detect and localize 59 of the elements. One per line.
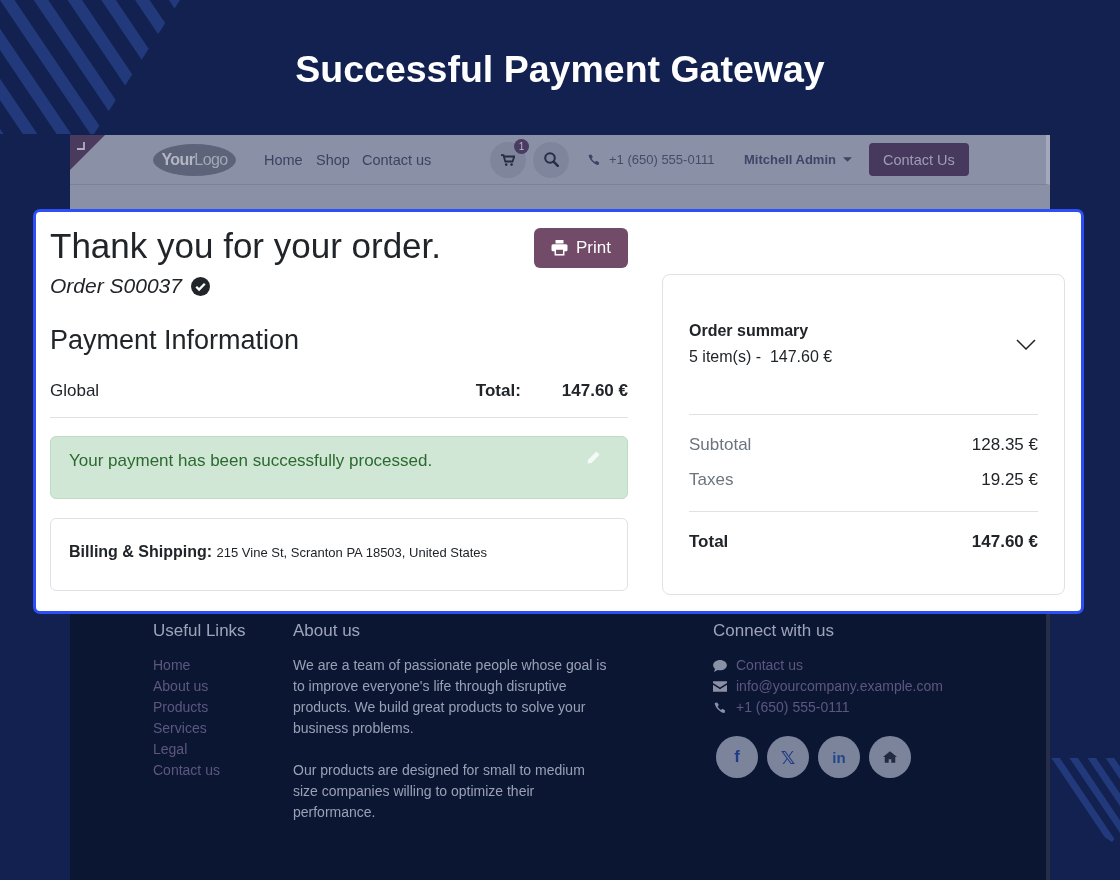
billing-label: Billing & Shipping: bbox=[69, 543, 213, 560]
contact-link[interactable]: info@yourcompany.example.com bbox=[736, 676, 943, 697]
nav-link[interactable]: Contact us bbox=[362, 151, 432, 168]
social-button[interactable]: in bbox=[818, 736, 860, 778]
contact-link[interactable]: Contact us bbox=[736, 655, 803, 676]
total-label: Total: bbox=[475, 381, 521, 401]
caret-icon bbox=[842, 157, 852, 162]
summary-total-label: Total bbox=[689, 531, 729, 553]
page-title: Successful Payment Gateway bbox=[295, 47, 825, 91]
footer-link[interactable]: Services bbox=[153, 718, 207, 739]
footer-heading: Connect with us bbox=[713, 620, 834, 642]
search-button[interactable] bbox=[533, 141, 569, 178]
about-paragraph: We are a team of passionate people whose goal is to improve everyone's life through disruptive products. We build great products to solve your business problems. bbox=[293, 656, 608, 738]
summary-item-count: 5 item(s) - 147.60 € bbox=[689, 347, 833, 367]
social-button[interactable]: f bbox=[716, 736, 758, 778]
cart-button[interactable]: 1 bbox=[490, 141, 526, 178]
printer-icon bbox=[551, 240, 569, 256]
summary-amount: 128.35 € bbox=[971, 434, 1038, 456]
about-paragraph: Our products are designed for small to medium size companies willing to optimize their performance. bbox=[293, 761, 586, 822]
home-icon bbox=[883, 751, 897, 763]
summary-label: Subtotal bbox=[689, 434, 752, 456]
footer-link[interactable]: Contact us bbox=[153, 760, 220, 781]
footer-link[interactable]: About us bbox=[153, 676, 209, 697]
phone-icon bbox=[588, 153, 600, 166]
total-amount: 147.60 € bbox=[561, 381, 628, 401]
footer-link[interactable]: Home bbox=[153, 655, 191, 676]
footer-link[interactable]: Legal bbox=[153, 739, 188, 760]
social-button[interactable] bbox=[869, 736, 911, 778]
nav-link[interactable]: Shop bbox=[316, 151, 350, 168]
payment-method: Global bbox=[50, 381, 100, 400]
envelope-icon bbox=[713, 681, 727, 692]
page-heading: Thank you for your order. bbox=[50, 228, 442, 264]
cart-count-badge: 1 bbox=[514, 138, 529, 154]
order-number: Order S00037 bbox=[50, 274, 182, 298]
user-menu[interactable]: Mitchell Admin bbox=[744, 152, 852, 167]
check-circle-icon bbox=[190, 276, 210, 296]
contact-us-button[interactable]: Contact Us bbox=[869, 143, 969, 176]
social-button[interactable]: 𝕏 bbox=[767, 736, 809, 778]
summary-label: Taxes bbox=[689, 469, 734, 491]
logo[interactable]: YourLogo bbox=[153, 143, 236, 176]
summary-title: Order summary bbox=[689, 321, 809, 341]
search-icon bbox=[543, 152, 559, 167]
section-heading: Payment Information bbox=[50, 325, 300, 355]
footer-heading: About us bbox=[293, 620, 361, 642]
chevron-icon[interactable] bbox=[1016, 338, 1036, 350]
summary-total-amount: 147.60 € bbox=[971, 531, 1038, 553]
cart-icon bbox=[501, 153, 515, 166]
speech-bubble-icon bbox=[713, 659, 727, 672]
alert-message: Your payment has been successfully processed. bbox=[69, 450, 433, 472]
footer-link[interactable]: Products bbox=[153, 697, 209, 718]
summary-amount: 19.25 € bbox=[981, 469, 1038, 491]
nav-link[interactable]: Home bbox=[264, 151, 303, 168]
pencil-icon bbox=[587, 451, 600, 464]
phone-number: +1 (650) 555-0111 bbox=[609, 152, 715, 167]
print-button[interactable]: Print bbox=[534, 228, 628, 268]
phone-icon bbox=[714, 701, 726, 714]
footer-heading: Useful Links bbox=[153, 620, 246, 642]
contact-link[interactable]: +1 (650) 555-0111 bbox=[736, 697, 850, 718]
billing-address: 215 Vine St, Scranton PA 18503, United States bbox=[216, 545, 488, 560]
